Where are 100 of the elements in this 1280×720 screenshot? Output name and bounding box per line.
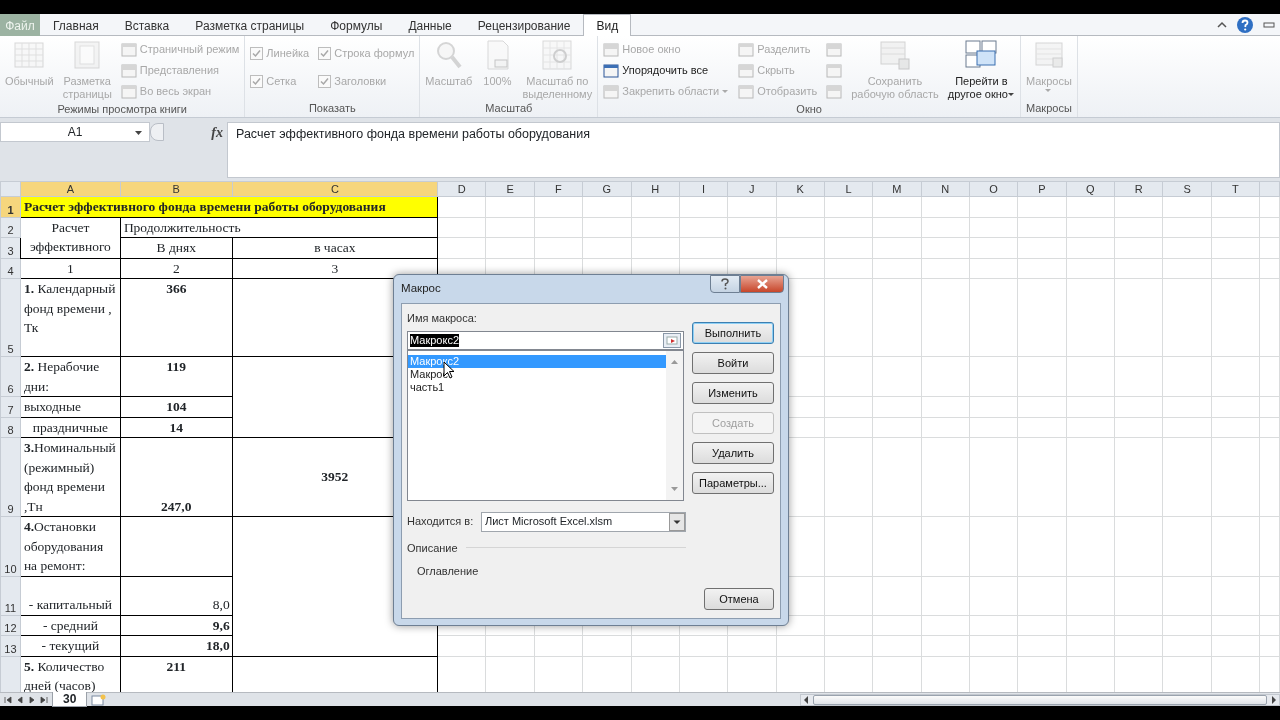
windows-icon xyxy=(965,39,998,71)
column-header[interactable]: L xyxy=(824,181,873,197)
ribbon-tab[interactable]: Вид xyxy=(583,14,632,36)
cell-text: 18,0 xyxy=(205,637,230,655)
column-header[interactable]: A xyxy=(20,181,121,197)
row-header[interactable]: 4 xyxy=(0,258,21,279)
row-header[interactable]: 5 xyxy=(0,278,21,357)
column-header[interactable]: C xyxy=(232,181,438,197)
select-all-corner[interactable] xyxy=(0,181,21,197)
window-icon xyxy=(879,39,911,71)
window-icon xyxy=(738,84,755,99)
vertical-scrollbar[interactable] xyxy=(666,350,683,500)
resize-handle[interactable] xyxy=(150,123,164,141)
formula-input[interactable]: Расчет эффективного фонда времени работы оборудования xyxy=(227,122,1280,178)
sheet-tab[interactable]: 30 xyxy=(52,692,88,707)
column-header[interactable]: R xyxy=(1114,181,1163,197)
checkbox-label: Заголовки xyxy=(334,73,387,89)
scroll-right-icon[interactable] xyxy=(1269,694,1279,705)
cell-reference: A1 xyxy=(67,124,83,141)
grid-icon xyxy=(541,39,574,71)
name-box[interactable]: A1 xyxy=(0,122,150,142)
insert-sheet-icon[interactable] xyxy=(91,693,108,706)
row-header[interactable]: 11 xyxy=(0,576,21,615)
close-button[interactable] xyxy=(740,275,784,293)
column-header[interactable]: S xyxy=(1162,181,1212,197)
column-header[interactable]: H xyxy=(631,181,680,197)
column-header[interactable]: I xyxy=(679,181,728,197)
dialog-button[interactable]: Изменить xyxy=(692,382,774,404)
horizontal-scrollbar[interactable] xyxy=(800,693,1280,706)
range-select-icon[interactable] xyxy=(663,332,681,348)
row-header[interactable]: 1 xyxy=(0,196,21,217)
ribbon-tab[interactable]: Главная xyxy=(40,14,112,36)
cell-text: 14 xyxy=(168,418,184,437)
caret-icon[interactable] xyxy=(135,130,143,136)
row-header[interactable]: 12 xyxy=(0,615,21,636)
group-label: Макросы xyxy=(1024,101,1073,116)
column-header[interactable]: D xyxy=(437,181,486,197)
column-header[interactable]: T xyxy=(1211,181,1260,197)
row-header[interactable]: 3 xyxy=(0,237,21,258)
dialog-button[interactable]: Параметры... xyxy=(692,472,774,494)
window-icon xyxy=(120,63,137,78)
macro-list[interactable]: Макрокс2 Макрос часть1 xyxy=(407,349,684,501)
ribbon-button-label[interactable]: другое окно xyxy=(947,88,1008,101)
scroll-thumb[interactable] xyxy=(813,694,1267,705)
dialog-button[interactable]: Выполнить xyxy=(692,322,774,344)
cell-text: - средний xyxy=(41,616,99,635)
list-item[interactable]: часть1 xyxy=(408,380,666,394)
ribbon-tab[interactable]: Рецензирование xyxy=(464,14,584,36)
location-dropdown[interactable]: Лист Microsoft Excel.xlsm xyxy=(481,511,686,532)
group-label: Режимы просмотра книги xyxy=(56,102,188,117)
row-header[interactable]: 10 xyxy=(0,516,21,576)
column-header[interactable]: E xyxy=(485,181,535,197)
column-header[interactable]: Q xyxy=(1066,181,1115,197)
cell-text: 366 xyxy=(165,280,188,298)
row-header[interactable]: 13 xyxy=(0,635,21,656)
row-header[interactable]: 2 xyxy=(0,217,21,238)
column-header[interactable]: M xyxy=(872,181,922,197)
tab-scroll-arrow-icon[interactable] xyxy=(4,695,12,704)
grid-icon xyxy=(13,39,46,71)
cell-text: 4.Остановки оборудования на ремонт: xyxy=(23,518,105,575)
insert-function-button[interactable]: fx xyxy=(211,121,223,143)
column-header[interactable]: N xyxy=(921,181,970,197)
cell-text: 119 xyxy=(165,358,187,376)
help-icon[interactable] xyxy=(1236,15,1254,34)
row-header[interactable]: 6 xyxy=(0,356,21,397)
cell-text: Расчет эффективного xyxy=(28,218,112,256)
cell-text: - текущий xyxy=(40,637,101,655)
column-header[interactable]: O xyxy=(969,181,1018,197)
column-header[interactable]: J xyxy=(727,181,776,197)
cancel-button[interactable]: Отмена xyxy=(704,588,774,610)
ribbon-tab[interactable]: Разметка страницы xyxy=(182,14,318,36)
dialog-button[interactable]: Удалить xyxy=(692,442,774,464)
ribbon-command[interactable]: Упорядочить все xyxy=(622,62,709,79)
ribbon-tab[interactable]: Вставка xyxy=(111,14,183,36)
ribbon-tab[interactable]: Данные xyxy=(395,14,465,36)
macro-name-field[interactable]: Макрокс2 xyxy=(407,330,684,350)
row-header[interactable]: 7 xyxy=(0,396,21,417)
list-item[interactable]: Макрос xyxy=(408,367,666,381)
section-label: Описание xyxy=(407,540,458,556)
ribbon-button-label[interactable]: Перейти в xyxy=(955,75,1008,88)
ribbon-tab[interactable]: Формулы xyxy=(317,14,396,36)
checkbox-label: Сетка xyxy=(266,73,297,89)
column-header[interactable]: B xyxy=(120,181,233,197)
help-button[interactable] xyxy=(710,275,740,293)
field-label: Находится в: xyxy=(407,514,475,530)
cell-text: - капитальный xyxy=(27,596,113,614)
cell-text: 2 xyxy=(171,259,181,278)
column-header[interactable]: F xyxy=(534,181,583,197)
column-header[interactable]: G xyxy=(582,181,631,197)
column-header[interactable]: P xyxy=(1017,181,1067,197)
row-header[interactable]: 8 xyxy=(0,417,21,438)
dialog-button[interactable]: Войти xyxy=(692,352,774,374)
caret-icon[interactable] xyxy=(1007,91,1015,98)
tab-scroll-arrow-icon[interactable] xyxy=(40,695,48,704)
column-header[interactable]: K xyxy=(776,181,825,197)
row-header[interactable]: 9 xyxy=(0,437,21,517)
cell-text: 1. Календарный фонд времени , Тк xyxy=(23,280,117,337)
checkbox-label: Строка формул xyxy=(334,45,415,61)
cell-text: 8,0 xyxy=(211,596,230,614)
dropdown-value: Лист Microsoft Excel.xlsm xyxy=(485,514,613,530)
